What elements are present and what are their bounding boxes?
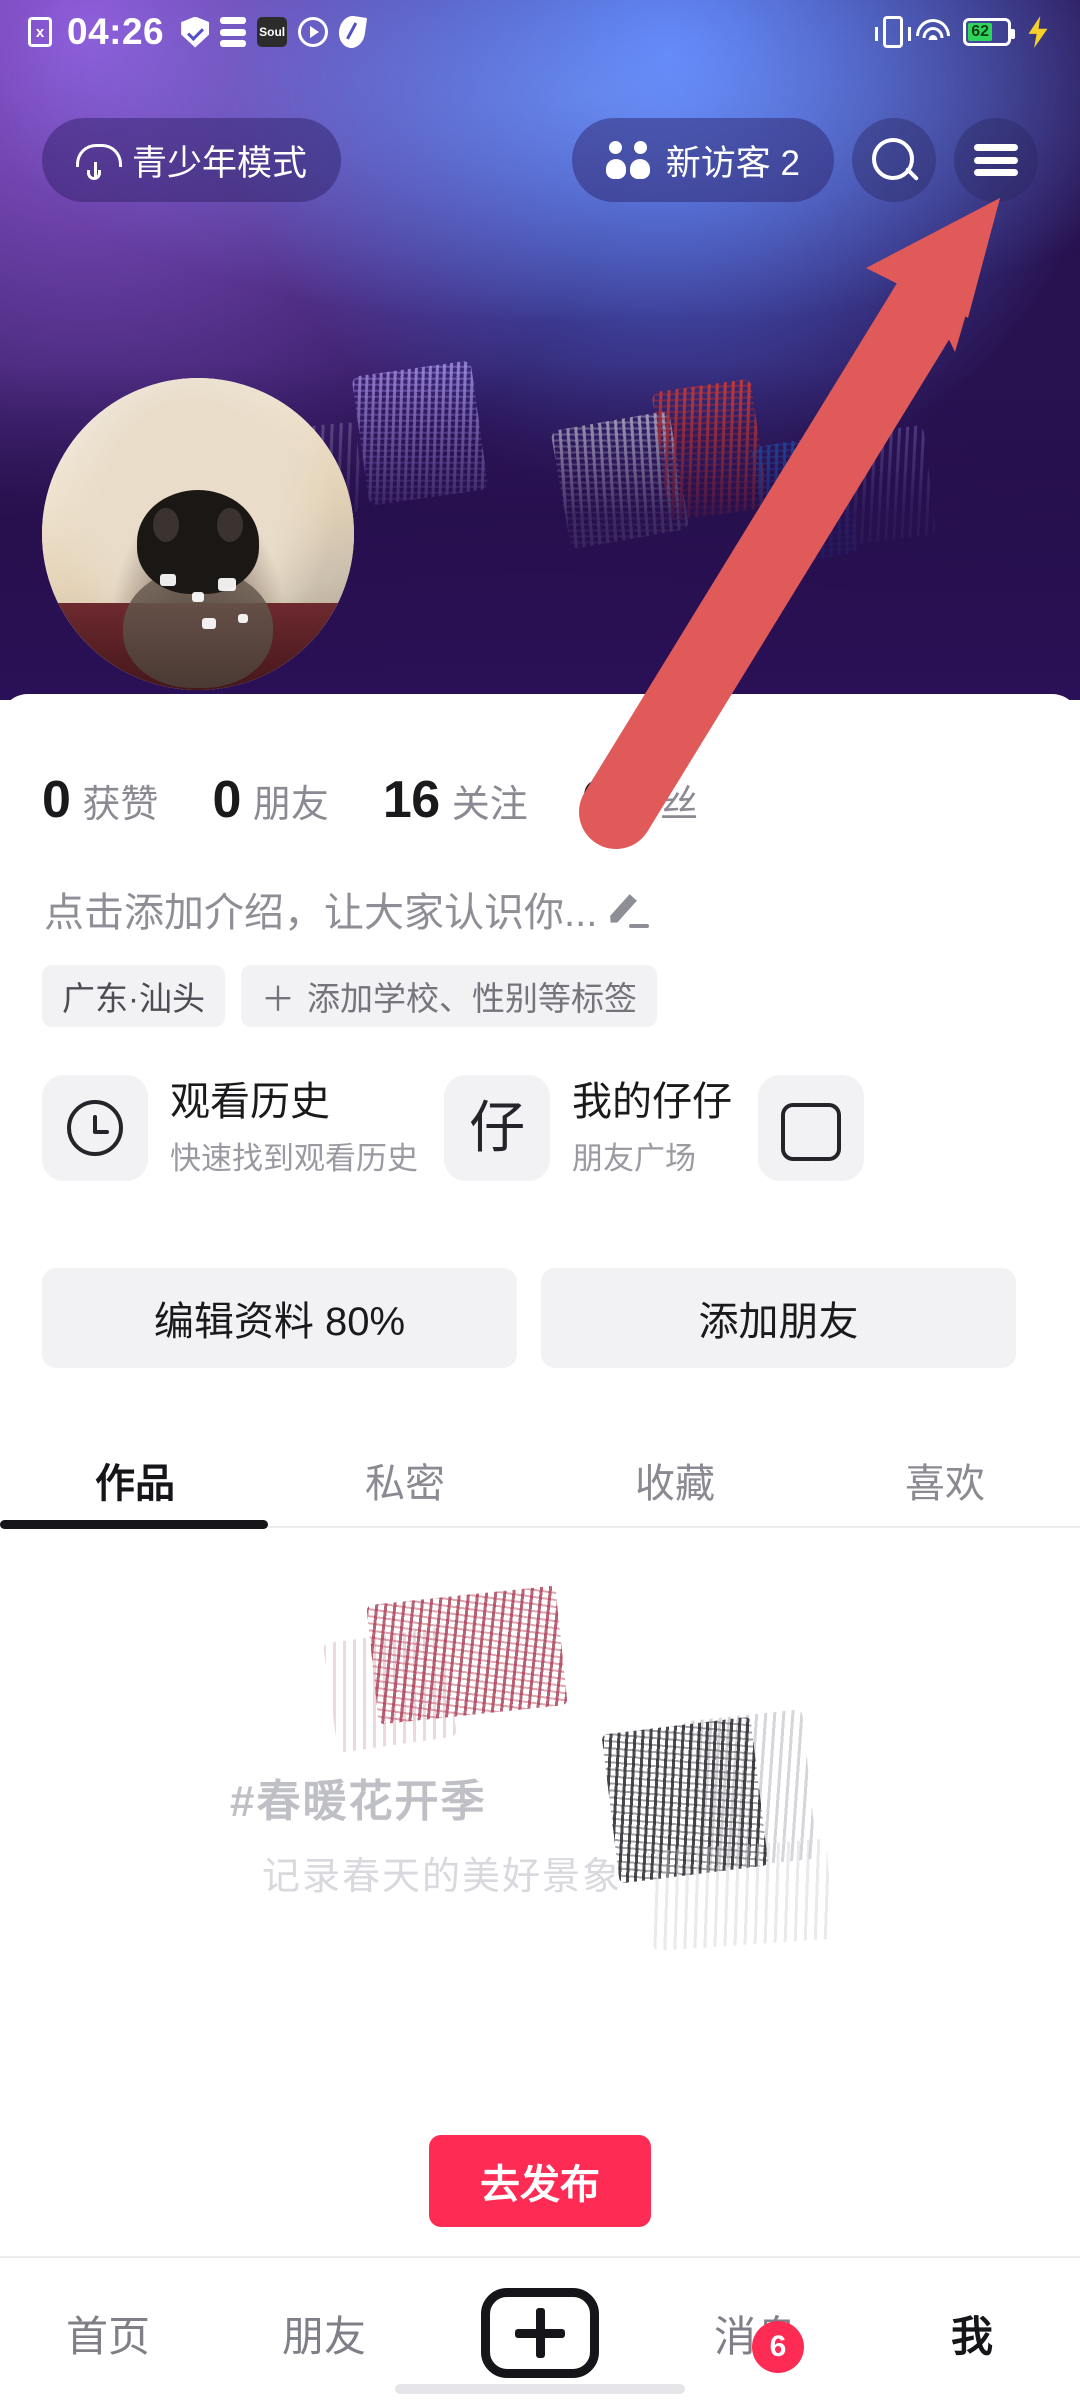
quick-card-title: 观看历史 — [170, 1079, 330, 1124]
top-nav-bar: 青少年模式 新访客 2 — [0, 110, 1080, 210]
avatar-snow-fleck — [238, 614, 248, 623]
stat-value: 0 — [42, 771, 71, 829]
illustration-brush — [366, 1585, 568, 1725]
tag-add-attributes[interactable]: ＋ 添加学校、性别等标签 — [241, 965, 657, 1027]
status-bar-right: 62 — [875, 16, 1052, 48]
content-tabs: 作品 私密 收藏 喜欢 — [0, 1425, 1080, 1535]
battery-level-text: 62 — [968, 23, 993, 41]
empty-state-title: #春暖花开季 — [230, 1777, 487, 1826]
tag-label: 广东·汕头 — [62, 980, 205, 1017]
avatar-snow-fleck — [160, 574, 176, 586]
quick-card-my-zaizai[interactable]: 仔 我的仔仔 朋友广场 — [444, 1075, 732, 1181]
publish-button[interactable]: 去发布 — [429, 2135, 651, 2227]
charging-bolt-icon — [1024, 16, 1052, 48]
quick-card-watch-history[interactable]: 观看历史 快速找到观看历史 — [42, 1075, 418, 1181]
edit-profile-button[interactable]: 编辑资料 80% — [42, 1268, 517, 1368]
soul-app-icon: Soul — [257, 17, 288, 47]
zai-glyph-icon: 仔 — [444, 1075, 550, 1181]
quick-cards-row: 观看历史 快速找到观看历史 仔 我的仔仔 朋友广场 — [42, 1075, 864, 1181]
avatar-image — [42, 378, 354, 690]
stat-label: 关注 — [451, 784, 528, 826]
shield-check-icon — [181, 16, 210, 48]
stat-label: 获赞 — [82, 784, 159, 826]
plus-create-icon — [481, 2288, 599, 2378]
tab-private[interactable]: 私密 — [270, 1425, 540, 1535]
quick-card-text: 我的仔仔 朋友广场 — [572, 1079, 732, 1178]
tab-likes[interactable]: 喜欢 — [810, 1425, 1080, 1535]
pencil-icon — [611, 889, 651, 929]
bottom-nav-create[interactable] — [432, 2288, 648, 2378]
avatar[interactable] — [42, 378, 354, 690]
avatar-snow-fleck — [202, 618, 216, 629]
status-bar: x 04:26 Soul 62 — [0, 0, 1080, 64]
tag-location[interactable]: 广东·汕头 — [42, 965, 225, 1027]
stat-value: 0 — [212, 771, 241, 829]
umbrella-icon — [76, 140, 122, 180]
bottom-nav-messages[interactable]: 消息 6 — [648, 2303, 864, 2373]
bottom-nav-friends[interactable]: 朋友 — [216, 2303, 432, 2364]
quick-card-subtitle: 朋友广场 — [572, 1140, 696, 1176]
wifi-icon — [916, 19, 950, 45]
plus-icon: ＋ — [261, 980, 295, 1019]
status-bar-clock: 04:26 — [67, 11, 165, 52]
clock-icon — [42, 1075, 148, 1181]
search-button[interactable] — [852, 118, 936, 202]
book-icon — [758, 1075, 864, 1181]
zai-glyph-text: 仔 — [469, 1096, 525, 1159]
sim-card-x-icon: x — [28, 17, 52, 47]
bottom-nav-bar: 首页 朋友 消息 6 我 — [0, 2256, 1080, 2408]
people-icon — [605, 141, 650, 179]
empty-state-illustration: #春暖花开季 记录春天的美好景象 — [220, 1585, 860, 1995]
teen-mode-label: 青少年模式 — [132, 143, 308, 183]
avatar-snow-fleck — [218, 578, 236, 591]
bio-row[interactable]: 点击添加介绍，让大家认识你... — [44, 880, 651, 938]
play-circle-icon — [298, 17, 329, 47]
profile-tags: 广东·汕头 ＋ 添加学校、性别等标签 — [42, 965, 657, 1027]
stat-followers[interactable]: 6 粉丝 — [582, 770, 698, 830]
stat-likes[interactable]: 0 获赞 — [42, 770, 158, 830]
new-visitors-button[interactable]: 新访客 2 — [571, 118, 834, 202]
tag-label: 添加学校、性别等标签 — [307, 980, 637, 1017]
avatar-photo-nose — [137, 490, 259, 595]
app-root: x 04:26 Soul 62 青少年模式 新访客 2 0 获赞 0 朋友 16… — [0, 0, 1080, 2408]
messages-badge: 6 — [752, 2320, 804, 2373]
active-tab-indicator — [0, 1520, 268, 1529]
data-stack-icon — [220, 17, 247, 47]
profile-action-buttons: 编辑资料 80% 添加朋友 — [42, 1268, 1016, 1368]
avatar-snow-fleck — [192, 592, 204, 602]
home-indicator — [395, 2384, 685, 2394]
hamburger-menu-icon — [974, 144, 1018, 176]
tab-works[interactable]: 作品 — [0, 1425, 270, 1535]
stat-label: 粉丝 — [622, 784, 699, 826]
profile-stats: 0 获赞 0 朋友 16 关注 6 粉丝 — [42, 770, 752, 830]
quick-card-bookmarks[interactable] — [758, 1075, 864, 1181]
search-icon — [872, 138, 916, 182]
battery-icon: 62 — [963, 18, 1015, 46]
stat-value: 6 — [581, 771, 611, 829]
hamburger-menu-button[interactable] — [954, 118, 1038, 202]
compass-icon — [337, 14, 368, 50]
new-visitors-label: 新访客 2 — [665, 143, 800, 183]
vibrate-icon — [875, 16, 911, 48]
stat-value: 16 — [382, 771, 440, 829]
add-friend-button[interactable]: 添加朋友 — [541, 1268, 1016, 1368]
stat-label: 朋友 — [252, 784, 329, 826]
bottom-nav-home[interactable]: 首页 — [0, 2303, 216, 2364]
stat-following[interactable]: 16 关注 — [383, 770, 528, 830]
bio-placeholder-text: 点击添加介绍，让大家认识你... — [44, 891, 598, 935]
quick-card-subtitle: 快速找到观看历史 — [170, 1140, 418, 1176]
empty-state-subtitle: 记录春天的美好景象 — [262, 1856, 623, 1898]
tab-favorites[interactable]: 收藏 — [540, 1425, 810, 1535]
quick-card-text: 观看历史 快速找到观看历史 — [170, 1079, 418, 1178]
stat-friends[interactable]: 0 朋友 — [212, 770, 328, 830]
status-bar-left: x 04:26 Soul — [28, 11, 368, 53]
teen-mode-button[interactable]: 青少年模式 — [42, 118, 342, 202]
bottom-nav-me[interactable]: 我 — [864, 2303, 1080, 2364]
quick-card-title: 我的仔仔 — [572, 1079, 732, 1124]
